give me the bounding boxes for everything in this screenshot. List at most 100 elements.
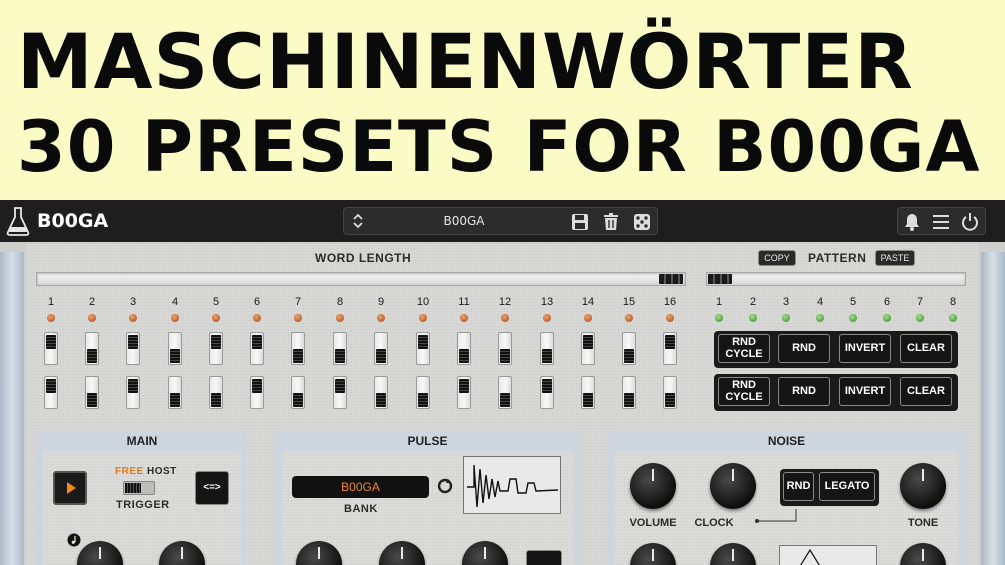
copy-button[interactable]: COPY	[758, 250, 796, 266]
pulse-section: PULSE B00GA BANK	[275, 431, 580, 565]
bank-label: BANK	[344, 503, 378, 515]
noise-rnd-button[interactable]: RND	[783, 472, 814, 501]
clock-knob[interactable]	[710, 463, 756, 509]
menu-icon[interactable]	[931, 212, 951, 232]
main-knob-1[interactable]	[77, 541, 123, 565]
clear-button[interactable]: CLEAR	[900, 334, 952, 363]
power-icon[interactable]	[960, 212, 980, 232]
step-switch[interactable]	[540, 376, 554, 409]
step-number: 15	[622, 296, 636, 308]
pattern-led	[816, 314, 824, 322]
pulse-section-body: B00GA BANK	[281, 451, 574, 565]
step-led	[336, 314, 344, 322]
bell-icon[interactable]	[902, 212, 922, 232]
step-switch[interactable]	[457, 332, 471, 365]
sync-toggle[interactable]	[123, 481, 155, 495]
play-button[interactable]	[53, 471, 87, 505]
step-switch[interactable]	[333, 376, 347, 409]
bank-display[interactable]: B00GA	[292, 476, 429, 498]
rnd-cycle-button[interactable]: RND CYCLE	[718, 377, 770, 406]
step-switch[interactable]	[581, 376, 595, 409]
invert-button[interactable]: INVERT	[839, 377, 891, 406]
noise-knob-4[interactable]	[630, 543, 676, 565]
noise-buttons: RND LEGATO	[780, 469, 879, 506]
word-length-handle[interactable]	[659, 274, 683, 284]
step-switch[interactable]	[168, 332, 182, 365]
noise-section-body: VOLUME CLOCK RND LEGATO TONE	[614, 451, 959, 565]
rnd-button[interactable]: RND	[778, 334, 830, 363]
step-number: 8	[336, 296, 344, 308]
pattern-led	[883, 314, 891, 322]
step-switch[interactable]	[85, 376, 99, 409]
step-switch[interactable]	[622, 376, 636, 409]
clock-link-line	[755, 509, 797, 523]
volume-knob[interactable]	[630, 463, 676, 509]
pattern-led	[849, 314, 857, 322]
step-switch[interactable]	[85, 332, 99, 365]
step-switch[interactable]	[663, 376, 677, 409]
pulse-knob-2[interactable]	[379, 541, 425, 565]
pattern-slider[interactable]	[706, 272, 966, 286]
swap-button[interactable]: <=>	[195, 471, 229, 505]
step-switch[interactable]	[540, 332, 554, 365]
pattern-handle[interactable]	[708, 274, 732, 284]
rnd-button[interactable]: RND	[778, 377, 830, 406]
step-switch[interactable]	[498, 332, 512, 365]
trash-icon[interactable]	[601, 212, 621, 232]
cycle-icon[interactable]	[436, 477, 454, 495]
preset-browser[interactable]: B00GA	[343, 207, 658, 235]
step-switch[interactable]	[250, 332, 264, 365]
pulse-button[interactable]	[526, 550, 562, 565]
pattern-step-number: 2	[749, 296, 757, 308]
waveform-display	[463, 456, 561, 514]
noise-section-title: NOISE	[767, 434, 806, 448]
step-switch[interactable]	[622, 332, 636, 365]
tone-knob[interactable]	[900, 463, 946, 509]
noise-knob-5[interactable]	[710, 543, 756, 565]
pattern-buttons-row-1: RND CYCLE RND INVERT CLEAR	[714, 331, 958, 368]
step-switch[interactable]	[209, 376, 223, 409]
step-switch[interactable]	[44, 376, 58, 409]
step-switch[interactable]	[250, 376, 264, 409]
pattern-step-number: 5	[849, 296, 857, 308]
dice-icon[interactable]	[632, 212, 652, 232]
step-switch[interactable]	[44, 332, 58, 365]
word-length-slider[interactable]	[36, 272, 686, 286]
pulse-knob-3[interactable]	[462, 541, 508, 565]
step-switch[interactable]	[168, 376, 182, 409]
step-number: 3	[129, 296, 137, 308]
invert-button[interactable]: INVERT	[839, 334, 891, 363]
trigger-label: TRIGGER	[116, 499, 170, 511]
step-switch[interactable]	[333, 332, 347, 365]
legato-button[interactable]: LEGATO	[819, 472, 875, 501]
preset-name[interactable]: B00GA	[344, 214, 584, 228]
step-led	[171, 314, 179, 322]
main-knob-2[interactable]	[159, 541, 205, 565]
clear-button[interactable]: CLEAR	[900, 377, 952, 406]
step-switch[interactable]	[126, 332, 140, 365]
step-switch[interactable]	[374, 376, 388, 409]
step-switch[interactable]	[581, 332, 595, 365]
step-led	[501, 314, 509, 322]
step-switch[interactable]	[126, 376, 140, 409]
noise-knob-6[interactable]	[900, 543, 946, 565]
banner-subtitle: 30 PRESETS FOR B00GA	[17, 106, 981, 188]
paste-button[interactable]: PASTE	[875, 250, 915, 266]
step-switch[interactable]	[457, 376, 471, 409]
save-icon[interactable]	[570, 212, 590, 232]
step-switch[interactable]	[374, 332, 388, 365]
step-switch[interactable]	[498, 376, 512, 409]
pulse-knob-1[interactable]	[296, 541, 342, 565]
clock-label: CLOCK	[694, 517, 734, 529]
right-side-panel	[981, 252, 1005, 565]
rnd-cycle-button[interactable]: RND CYCLE	[718, 334, 770, 363]
step-switch[interactable]	[416, 376, 430, 409]
waveform-graphic	[467, 464, 559, 508]
step-switch[interactable]	[291, 332, 305, 365]
step-switch[interactable]	[209, 332, 223, 365]
step-switch[interactable]	[416, 332, 430, 365]
step-switch[interactable]	[663, 332, 677, 365]
step-switch[interactable]	[291, 376, 305, 409]
step-led	[625, 314, 633, 322]
pattern-led	[715, 314, 723, 322]
